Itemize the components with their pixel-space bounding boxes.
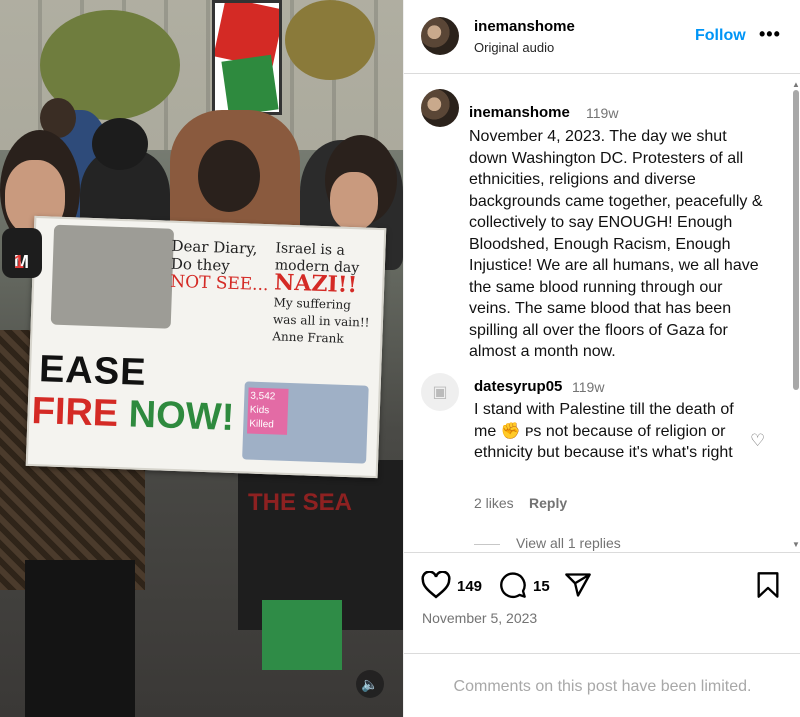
default-avatar-icon[interactable]: ▣ <box>421 373 459 411</box>
comment-count[interactable]: 15 <box>533 578 550 595</box>
poster-now: NOW! <box>127 393 235 440</box>
poster-notsee: NOT SEE... <box>169 271 269 296</box>
post-actions: 149 15 November 5, 2023 <box>404 552 800 652</box>
tree <box>285 0 375 80</box>
reporter-legs <box>25 560 135 717</box>
poster-fire: FIRE <box>30 389 119 435</box>
comment-time[interactable]: 119w <box>572 379 604 395</box>
scroll-down-arrow-icon[interactable]: ▼ <box>792 540 800 549</box>
comment-item: ▣ datesyrup05 119w I stand with Palestin… <box>421 373 791 552</box>
comment-like-heart-icon[interactable]: ♡ <box>750 431 765 451</box>
post-header: inemanshome Original audio Follow ••• <box>404 0 800 74</box>
comment-likes[interactable]: 2 likes <box>474 495 514 511</box>
more-options-icon[interactable]: ••• <box>759 24 781 45</box>
header-username[interactable]: inemanshome <box>474 18 575 35</box>
bookmark-icon[interactable] <box>756 571 780 599</box>
avatar[interactable] <box>421 17 459 55</box>
follow-button[interactable]: Follow <box>695 27 746 45</box>
green-flag <box>262 600 342 670</box>
poster-kids-photo: 3,542 Kids Killed <box>242 381 369 464</box>
post-panel: inemanshome Original audio Follow ••• in… <box>403 0 800 717</box>
gaza-sign <box>212 0 282 115</box>
poster-photo <box>50 224 175 329</box>
scroll-up-arrow-icon[interactable]: ▲ <box>792 80 800 89</box>
poster-nazi: NAZI!! <box>273 269 358 299</box>
avatar[interactable] <box>421 89 459 127</box>
share-icon[interactable] <box>564 571 592 599</box>
comments-limited-notice: Comments on this post have been limited. <box>404 653 800 717</box>
poster-suffering: My suffering was all in vain!! Anne Fran… <box>272 295 370 346</box>
heart-icon[interactable] <box>421 571 451 599</box>
view-replies-button[interactable]: View all 1 replies <box>474 535 621 551</box>
poster-diary: Dear Diary, Do they <box>170 236 258 275</box>
scrollbar-thumb[interactable] <box>793 90 799 390</box>
comment-icon[interactable] <box>499 571 527 599</box>
sound-icon[interactable]: 🔈 <box>356 670 384 698</box>
comment-username[interactable]: datesyrup05 <box>474 378 562 395</box>
microphone: M1 <box>2 228 42 278</box>
scrollbar[interactable]: ▲ ▼ <box>792 80 800 550</box>
poster-diary-text: Dear Diary, Do they NOT SEE... <box>169 237 276 321</box>
poster-ease: EASE <box>38 348 148 394</box>
comments-scroll-area[interactable]: inemanshome 119w November 4, 2023. The d… <box>404 75 800 552</box>
post-media[interactable]: THE SEA Dear Diary, Do they NOT SEE... I… <box>0 0 403 717</box>
banner-text: THE SEA <box>248 489 353 516</box>
caption-time[interactable]: 119w <box>586 105 618 121</box>
protester-face <box>330 172 378 230</box>
post-date[interactable]: November 5, 2023 <box>422 610 537 626</box>
poster-kids-label: 3,542 Kids Killed <box>247 387 289 435</box>
comment-text: I stand with Palestine till the death of… <box>474 401 734 461</box>
caption-username[interactable]: inemanshome <box>469 104 570 121</box>
reply-button[interactable]: Reply <box>529 495 567 511</box>
caption-text: November 4, 2023. The day we shut down W… <box>469 128 763 360</box>
poster-israel-text: Israel is a modern day NAZI!! My sufferi… <box>271 240 380 384</box>
protest-poster: Dear Diary, Do they NOT SEE... Israel is… <box>25 215 387 479</box>
like-count[interactable]: 149 <box>457 578 482 595</box>
original-audio-link[interactable]: Original audio <box>474 40 554 55</box>
poster-fire-now: FIRE NOW! <box>31 390 235 440</box>
protester-head <box>198 140 260 212</box>
protester-head <box>92 118 148 170</box>
